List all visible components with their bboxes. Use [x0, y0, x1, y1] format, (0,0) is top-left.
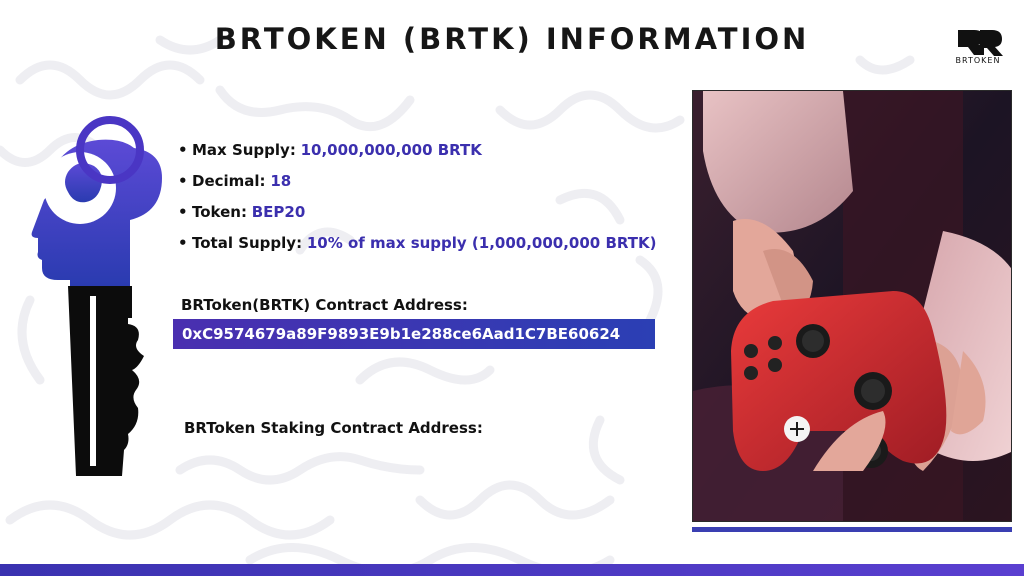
spec-decimal: • Decimal: 18: [178, 172, 292, 190]
spec-token: • Token: BEP20: [178, 203, 306, 221]
contract-address-label: BRToken(BRTK) Contract Address:: [181, 296, 468, 314]
spec-max-supply: • Max Supply: 10,000,000,000 BRTK: [178, 141, 482, 159]
gamepad-photo: [692, 90, 1012, 522]
photo-underline: [692, 527, 1012, 532]
staking-address-label: BRToken Staking Contract Address:: [184, 419, 483, 437]
head-key-icon: [31, 116, 162, 476]
logo-caption: BRTOKEN: [955, 56, 1001, 65]
contract-address-value[interactable]: 0xC9574679a89F9893E9b1e288ce6Aad1C7BE606…: [173, 319, 655, 349]
spec-list: • Max Supply: 10,000,000,000 BRTK • Decima…: [178, 137, 656, 261]
bottom-accent-bar: [0, 564, 1024, 576]
page-title: BRTOKEN (BRTK) INFORMATION: [214, 22, 810, 56]
spec-total-supply: • Total Supply: 10% of max supply (1,000,…: [178, 234, 657, 252]
